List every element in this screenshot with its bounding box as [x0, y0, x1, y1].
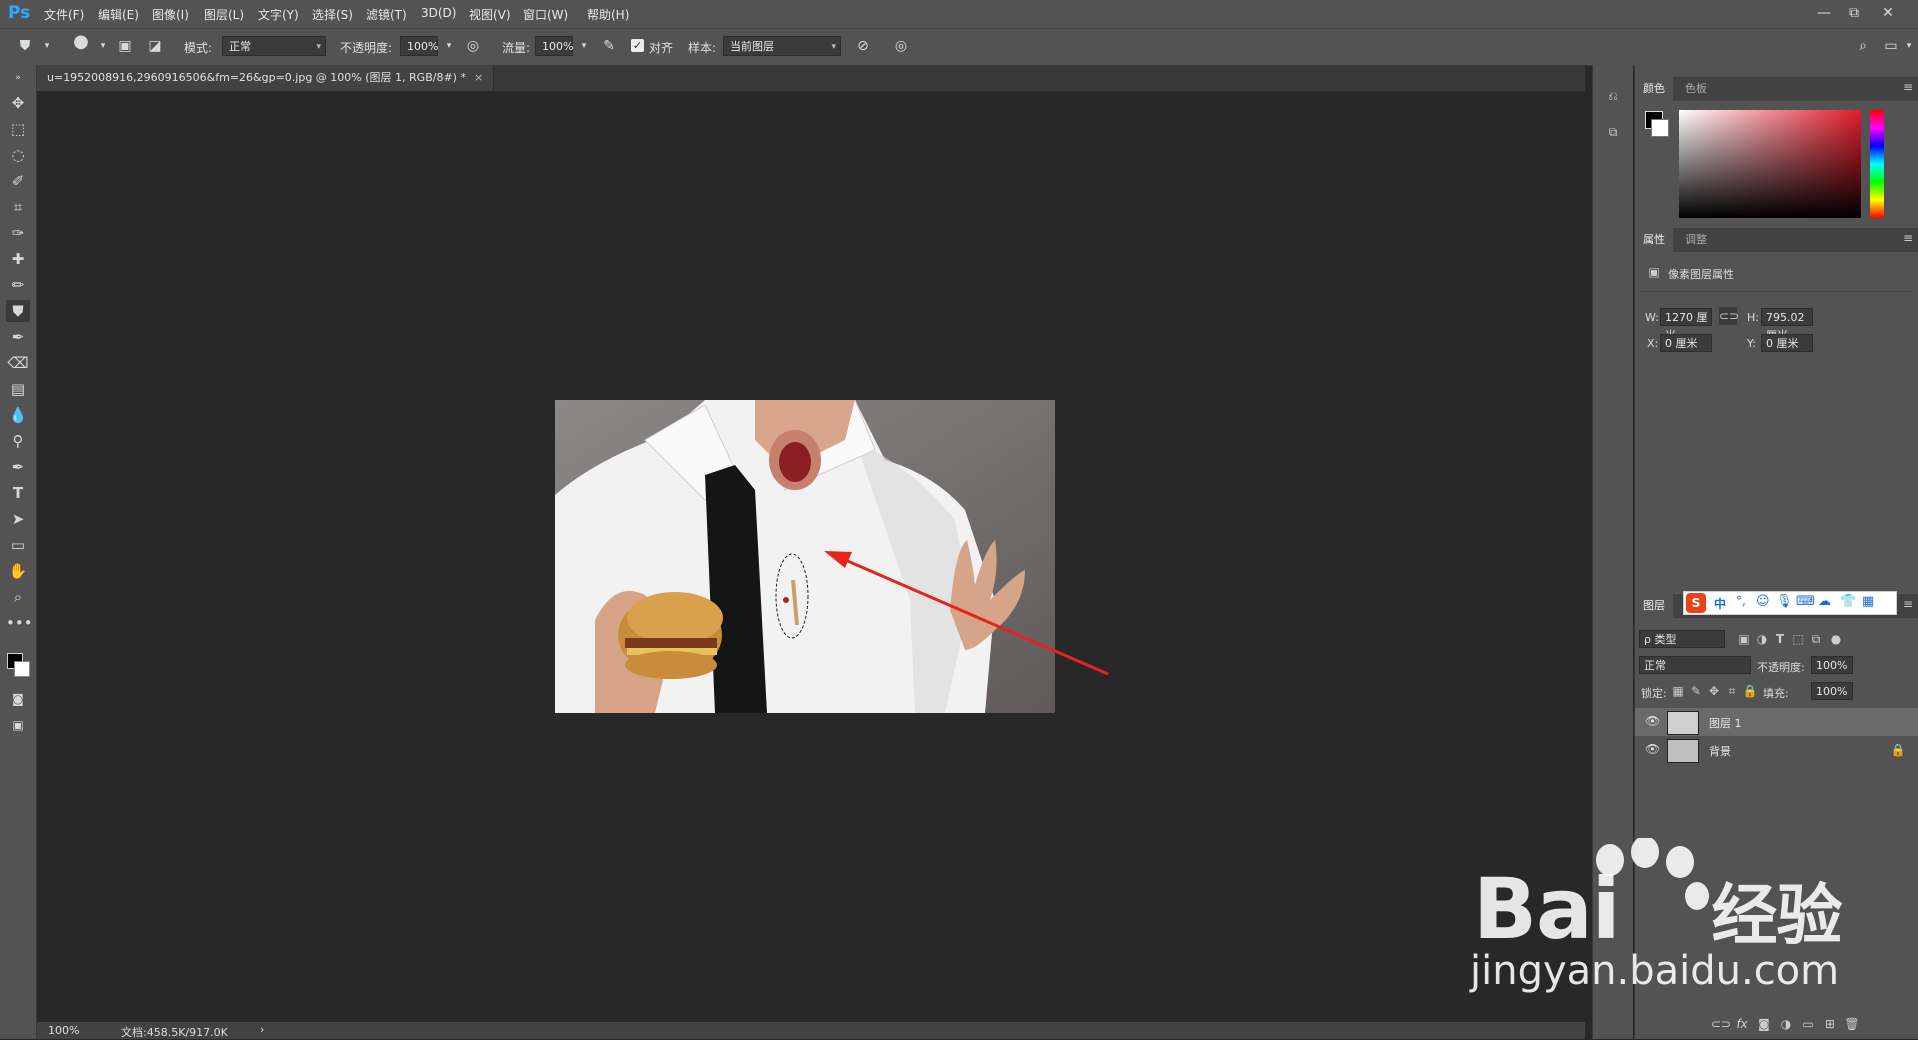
status-menu-arrow[interactable]: ›	[260, 1023, 264, 1036]
tab-properties[interactable]: 属性	[1635, 228, 1673, 252]
filter-smart-object-icon[interactable]: ⧉	[1807, 630, 1825, 648]
watermark-brand: Bai 经验	[1473, 860, 1843, 958]
color-picker-field[interactable]	[1679, 110, 1861, 218]
blend-mode-select[interactable]: 正常	[1639, 656, 1751, 674]
layer-opacity-input[interactable]: 100%	[1811, 656, 1853, 674]
layer-opacity-label: 不透明度:	[1757, 661, 1805, 674]
layer-filter-value: ρ 类型	[1644, 633, 1677, 646]
tab-color[interactable]: 颜色	[1635, 77, 1673, 101]
arrow-line	[835, 554, 1109, 676]
blend-mode-value: 正常	[1644, 659, 1666, 672]
status-bar: 100% 文档:458.5K/917.0K ›	[37, 1022, 1585, 1039]
layer-thumbnail	[1667, 739, 1699, 763]
ime-emoji-icon[interactable]: ☺	[1756, 594, 1770, 609]
lock-artboard-icon[interactable]: ⌗	[1723, 682, 1741, 700]
layer-name[interactable]: 图层 1	[1709, 715, 1742, 731]
fill-value: 100%	[1816, 685, 1848, 698]
color-panel-tabs: 颜色 色板 ≡	[1635, 77, 1918, 101]
filter-shape-icon[interactable]: ⬚	[1789, 630, 1807, 648]
eye-icon[interactable]: 👁	[1645, 715, 1660, 727]
ime-logo[interactable]: S	[1686, 593, 1706, 613]
x-label: X:	[1647, 337, 1659, 350]
filter-type-icon[interactable]: T	[1771, 630, 1789, 648]
lock-icon: 🔒	[1890, 743, 1906, 757]
new-group-icon[interactable]: ▭	[1799, 1015, 1817, 1033]
panel-menu-icon[interactable]: ≡	[1903, 597, 1913, 611]
layer-filter-select[interactable]: ρ 类型	[1639, 630, 1725, 648]
fill-input[interactable]: 100%	[1811, 682, 1853, 700]
ime-punctuation-icon[interactable]: °,	[1736, 594, 1746, 608]
lock-pixels-icon[interactable]: ✎	[1687, 682, 1705, 700]
ime-toolbox-icon[interactable]: ▦	[1862, 594, 1874, 609]
ime-skin-icon[interactable]: 👕	[1840, 594, 1856, 609]
h-label: H:	[1747, 311, 1759, 324]
ime-toolbar[interactable]: S 中 °, ☺ 🎙 ⌨ ☁ 👕 ▦	[1683, 591, 1897, 615]
layer-style-icon[interactable]: fx	[1733, 1015, 1751, 1033]
tab-swatches[interactable]: 色板	[1677, 77, 1715, 101]
clone-source-panel-icon[interactable]: ⧉	[1604, 123, 1622, 141]
tab-adjustments[interactable]: 调整	[1677, 228, 1715, 252]
new-layer-icon[interactable]: ⊞	[1821, 1015, 1839, 1033]
height-input[interactable]: 795.02 厘米	[1761, 308, 1813, 342]
watermark-brand-cn: 经验	[1711, 877, 1843, 954]
w-label: W:	[1645, 311, 1659, 324]
properties-panel-tabs: 属性 调整 ≡	[1635, 228, 1918, 252]
lock-all-icon[interactable]: 🔒	[1741, 682, 1759, 700]
x-value: 0 厘米	[1665, 337, 1698, 350]
history-panel-icon[interactable]: ⎌	[1604, 87, 1622, 105]
color-bg-swatch[interactable]	[1651, 119, 1669, 137]
panel-menu-icon[interactable]: ≡	[1903, 231, 1913, 245]
doc-size-info: 文档:458.5K/917.0K	[121, 1026, 228, 1039]
filter-pixel-icon[interactable]: ▣	[1735, 630, 1753, 648]
filter-adjustment-icon[interactable]: ◑	[1753, 630, 1771, 648]
ime-keyboard-icon[interactable]: ⌨	[1796, 594, 1815, 609]
zoom-level[interactable]: 100%	[48, 1024, 79, 1037]
y-label: Y:	[1747, 337, 1756, 350]
watermark-brand-latin: Bai	[1473, 860, 1621, 958]
hue-slider[interactable]	[1870, 110, 1884, 218]
fill-label: 填充:	[1763, 687, 1789, 700]
layer-row[interactable]: 👁 图层 1	[1635, 708, 1918, 736]
lock-transparent-icon[interactable]: ▦	[1669, 682, 1687, 700]
ime-voice-icon[interactable]: 🎙	[1776, 594, 1793, 609]
panel-menu-icon[interactable]: ≡	[1903, 80, 1913, 94]
ime-user-icon[interactable]: ☁	[1818, 594, 1831, 609]
width-input[interactable]: 1270 厘米	[1660, 308, 1712, 342]
layer-row[interactable]: 👁 背景 🔒	[1635, 736, 1918, 764]
delete-layer-icon[interactable]: 🗑	[1843, 1015, 1861, 1033]
ime-mode[interactable]: 中	[1714, 595, 1726, 612]
link-layers-icon[interactable]: ⊂⊃	[1711, 1015, 1731, 1033]
divider	[1641, 291, 1913, 292]
x-input[interactable]: 0 厘米	[1660, 334, 1712, 352]
properties-title: 像素图层属性	[1668, 268, 1734, 281]
link-icon[interactable]: ⊂⊃	[1719, 307, 1739, 325]
layer-thumbnail	[1667, 711, 1699, 735]
filter-toggle-icon[interactable]: ●	[1827, 630, 1845, 648]
pixel-layer-icon: ▣	[1648, 265, 1660, 279]
y-value: 0 厘米	[1766, 337, 1799, 350]
watermark-url: jingyan.baidu.com	[1470, 948, 1840, 994]
y-input[interactable]: 0 厘米	[1761, 334, 1813, 352]
lock-label: 锁定:	[1641, 687, 1667, 700]
adjustment-layer-icon[interactable]: ◑	[1777, 1015, 1795, 1033]
lock-position-icon[interactable]: ✥	[1705, 682, 1723, 700]
eye-icon[interactable]: 👁	[1645, 743, 1660, 755]
tab-layers[interactable]: 图层	[1635, 594, 1673, 618]
add-mask-icon[interactable]: ◙	[1755, 1015, 1773, 1033]
layer-opacity-value: 100%	[1816, 659, 1848, 672]
arrow-head	[824, 551, 852, 568]
layer-name[interactable]: 背景	[1709, 743, 1731, 759]
